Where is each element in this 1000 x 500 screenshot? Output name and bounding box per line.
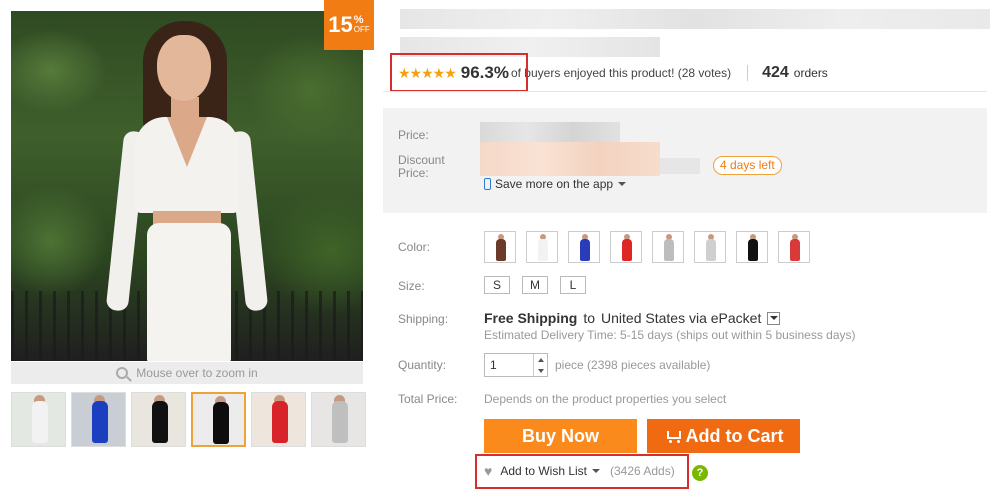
discount-badge: 15 % OFF [324,0,374,50]
quantity-availability: piece (2398 pieces available) [555,358,711,372]
color-swatches [484,231,810,263]
size-options: SML [484,276,586,294]
save-more-app-link[interactable]: Save more on the app [484,177,627,191]
original-price-blurred [660,158,700,174]
product-title-blurred [400,5,990,57]
color-swatch[interactable] [652,231,684,263]
price-value-blurred [480,122,620,142]
color-swatch[interactable] [610,231,642,263]
shipping-dropdown-button[interactable] [767,311,781,325]
quantity-stepper [484,353,548,377]
discount-price-blurred [480,142,660,176]
discount-label-line1: Discount [398,153,445,167]
section-divider [383,91,987,92]
color-swatch[interactable] [484,231,516,263]
magnifier-icon [116,367,129,379]
orders-label: orders [793,66,828,80]
color-swatch[interactable] [736,231,768,263]
size-option-m[interactable]: M [522,276,548,294]
thumbnail-image[interactable] [131,392,186,447]
total-price-text: Depends on the product properties you se… [484,392,727,406]
save-more-app-text: Save more on the app [495,177,614,191]
shipping-destination[interactable]: United States via ePacket [601,310,761,326]
discount-percent-sign: % [353,14,364,26]
color-swatch[interactable] [778,231,810,263]
size-option-l[interactable]: L [560,276,586,294]
thumbnail-strip [11,392,366,447]
shipping-label: Shipping: [398,312,449,326]
thumbnail-image[interactable] [311,392,366,447]
chevron-down-icon [769,316,778,320]
rating-divider [747,65,749,81]
color-label: Color: [398,240,431,254]
shipping-line: Free Shipping to United States via ePack… [484,310,781,326]
orders-count: 424 [762,64,789,81]
product-main-image[interactable] [11,11,363,361]
size-label: Size: [398,279,425,293]
zoom-hint-bar: Mouse over to zoom in [11,362,363,384]
arrow-down-icon [537,368,544,373]
delivery-estimate: Estimated Delivery Time: 5-15 days (ship… [484,328,856,342]
discount-number: 15 [328,12,353,37]
discount-label-line2: Price: [398,166,429,180]
buy-now-button[interactable]: Buy Now [484,419,637,453]
color-swatch[interactable] [694,231,726,263]
color-swatch[interactable] [568,231,600,263]
thumbnail-image[interactable] [11,392,66,447]
thumbnail-image[interactable] [251,392,306,447]
quantity-increase-button[interactable] [534,354,547,365]
thumbnail-image[interactable] [71,392,126,447]
total-price-label: Total Price: [398,392,458,406]
quantity-input[interactable] [485,354,533,376]
size-option-s[interactable]: S [484,276,510,294]
rating-highlight-box [390,53,528,92]
quantity-label: Quantity: [398,358,447,372]
phone-icon [484,178,491,190]
thumbnail-image[interactable] [191,392,246,447]
discount-off-label: OFF [353,25,370,34]
arrow-up-icon [537,357,544,362]
wish-list-highlight-box [475,454,689,489]
quantity-decrease-button[interactable] [534,365,547,376]
model-figure [105,21,269,361]
help-icon[interactable]: ? [692,465,708,481]
chevron-down-icon [618,182,627,186]
add-to-cart-button[interactable]: Add to Cart [647,419,800,453]
cart-icon [664,429,682,443]
color-swatch[interactable] [526,231,558,263]
add-to-cart-label: Add to Cart [685,425,784,446]
price-label: Price: [398,128,429,142]
shipping-to-text: to [583,310,596,326]
zoom-hint-text: Mouse over to zoom in [136,366,258,380]
rating-text[interactable]: of buyers enjoyed this product! (28 vote… [511,66,731,80]
free-shipping-text: Free Shipping [484,310,578,326]
days-left-badge: 4 days left [713,156,782,175]
